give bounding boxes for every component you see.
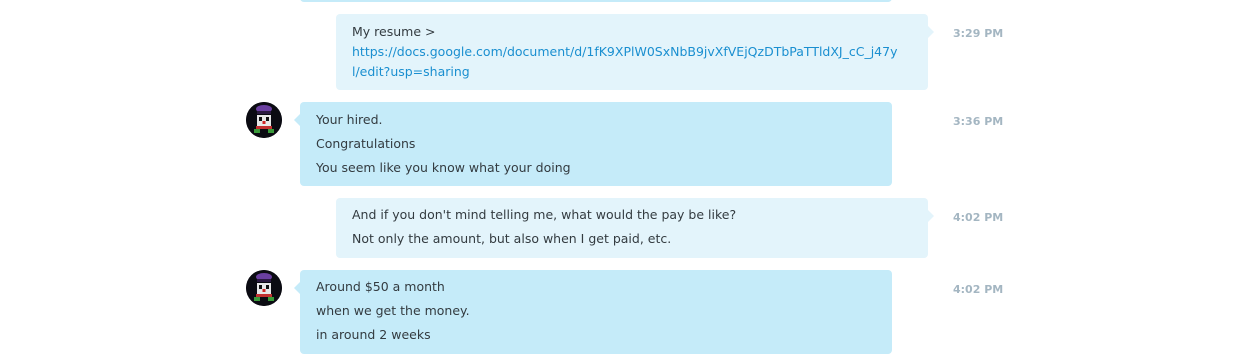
message-text: My resume > (352, 24, 436, 39)
chat-conversation: My resume > https://docs.google.com/docu… (0, 0, 1239, 362)
clown-face-icon (246, 270, 282, 306)
message-timestamp: 3:36 PM (953, 115, 1004, 128)
contact-avatar[interactable] (246, 102, 282, 138)
message-text: You seem like you know what your doing (316, 160, 571, 175)
message-bubble-incoming[interactable]: Around $50 a month when we get the money… (294, 270, 892, 354)
message-text: Not only the amount, but also when I get… (352, 231, 672, 246)
message-text: when we get the money. (316, 303, 470, 318)
message-text: Your hired. (316, 112, 383, 127)
message-text: in around 2 weeks (316, 327, 431, 342)
message-timestamp: 4:02 PM (953, 211, 1004, 224)
message-text: And if you don't mind telling me, what w… (352, 207, 737, 222)
previous-message-bubble-edge (300, 0, 892, 2)
message-timestamp: 3:29 PM (953, 27, 1004, 40)
message-text: Around $50 a month (316, 279, 445, 294)
contact-avatar[interactable] (246, 270, 282, 306)
message-bubble-outgoing[interactable]: My resume > https://docs.google.com/docu… (336, 14, 934, 90)
message-text: Congratulations (316, 136, 416, 151)
resume-link[interactable]: https://docs.google.com/document/d/1fK9X… (352, 42, 900, 82)
message-bubble-outgoing[interactable]: And if you don't mind telling me, what w… (336, 198, 934, 258)
clown-face-icon (246, 102, 282, 138)
message-timestamp: 4:02 PM (953, 283, 1004, 296)
message-bubble-incoming[interactable]: Your hired. Congratulations You seem lik… (294, 102, 892, 186)
